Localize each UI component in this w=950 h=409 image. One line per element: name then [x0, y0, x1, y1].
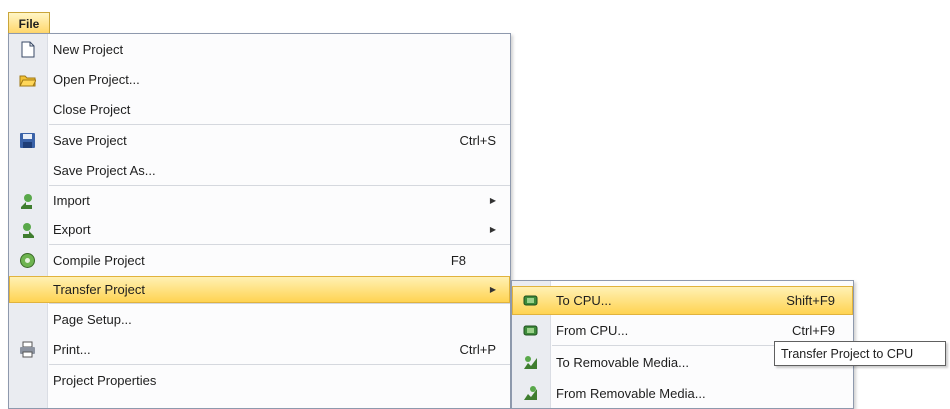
submenu-arrow-icon: ▶ — [489, 225, 496, 234]
menu-item-label: Save Project — [53, 132, 127, 148]
menu-item-import[interactable]: Import ▶ — [9, 186, 510, 215]
menu-item-transfer-project[interactable]: Transfer Project ▶ — [9, 276, 510, 303]
compile-icon — [20, 253, 35, 268]
submenu-item-shortcut: Shift+F9 — [786, 293, 835, 308]
submenu-item-label: To Removable Media... — [556, 354, 689, 370]
menu-item-print[interactable]: Print... Ctrl+P — [9, 334, 510, 364]
menu-item-close-project[interactable]: Close Project — [9, 94, 510, 124]
submenu-item-shortcut: Ctrl+F9 — [792, 322, 835, 338]
printer-icon — [20, 341, 35, 357]
menu-item-label: Project Properties — [53, 372, 157, 388]
menu-item-label: Import — [53, 193, 90, 208]
from-removable-media-icon — [524, 385, 537, 400]
menu-item-label: Print... — [53, 341, 91, 357]
file-menu-tab[interactable]: File — [8, 12, 50, 34]
to-removable-media-icon — [524, 355, 537, 369]
submenu-item-from-removable-media[interactable]: From Removable Media... — [512, 378, 853, 408]
file-menu-label: File — [18, 16, 40, 31]
menu-item-label: New Project — [53, 41, 124, 57]
import-icon — [21, 194, 32, 209]
menu-item-shortcut: Ctrl+P — [459, 341, 496, 357]
menu-item-save-project-as[interactable]: Save Project As... — [9, 155, 510, 185]
tooltip: Transfer Project to CPU — [774, 341, 946, 366]
export-icon — [23, 223, 34, 238]
menu-item-compile-project[interactable]: Compile Project F8 — [9, 245, 510, 276]
menu-item-label: Save Project As... — [53, 162, 156, 178]
submenu-arrow-icon: ▶ — [489, 196, 496, 205]
menu-item-project-properties[interactable]: Project Properties — [9, 365, 510, 395]
to-cpu-icon — [523, 295, 538, 306]
tooltip-text: Transfer Project to CPU — [781, 346, 914, 361]
menu-item-export[interactable]: Export ▶ — [9, 215, 510, 244]
open-folder-icon — [19, 75, 36, 86]
menu-item-label: Open Project... — [53, 71, 140, 87]
file-menu: New Project Open Project... Close Projec… — [8, 33, 511, 409]
menu-item-label: Export — [53, 222, 91, 237]
menu-item-label: Close Project — [53, 101, 131, 117]
menu-item-label: Page Setup... — [53, 311, 132, 327]
from-cpu-icon — [523, 325, 538, 335]
submenu-item-label: From Removable Media... — [556, 385, 706, 401]
menu-item-new-project[interactable]: New Project — [9, 34, 510, 64]
submenu-arrow-icon: ▶ — [489, 285, 496, 294]
save-disk-icon — [20, 132, 35, 148]
menu-item-save-project[interactable]: Save Project Ctrl+S — [9, 125, 510, 155]
menu-item-page-setup[interactable]: Page Setup... — [9, 304, 510, 334]
menu-item-shortcut: F8 — [450, 253, 466, 268]
menu-item-label: Compile Project — [53, 253, 145, 268]
menu-item-shortcut: Ctrl+S — [459, 132, 496, 148]
new-document-icon — [21, 41, 35, 57]
submenu-item-to-cpu[interactable]: To CPU... Shift+F9 — [512, 286, 853, 315]
submenu-item-label: From CPU... — [556, 322, 629, 338]
menu-item-label: Transfer Project — [53, 282, 145, 297]
submenu-item-label: To CPU... — [556, 293, 612, 308]
menu-item-open-project[interactable]: Open Project... — [9, 64, 510, 94]
